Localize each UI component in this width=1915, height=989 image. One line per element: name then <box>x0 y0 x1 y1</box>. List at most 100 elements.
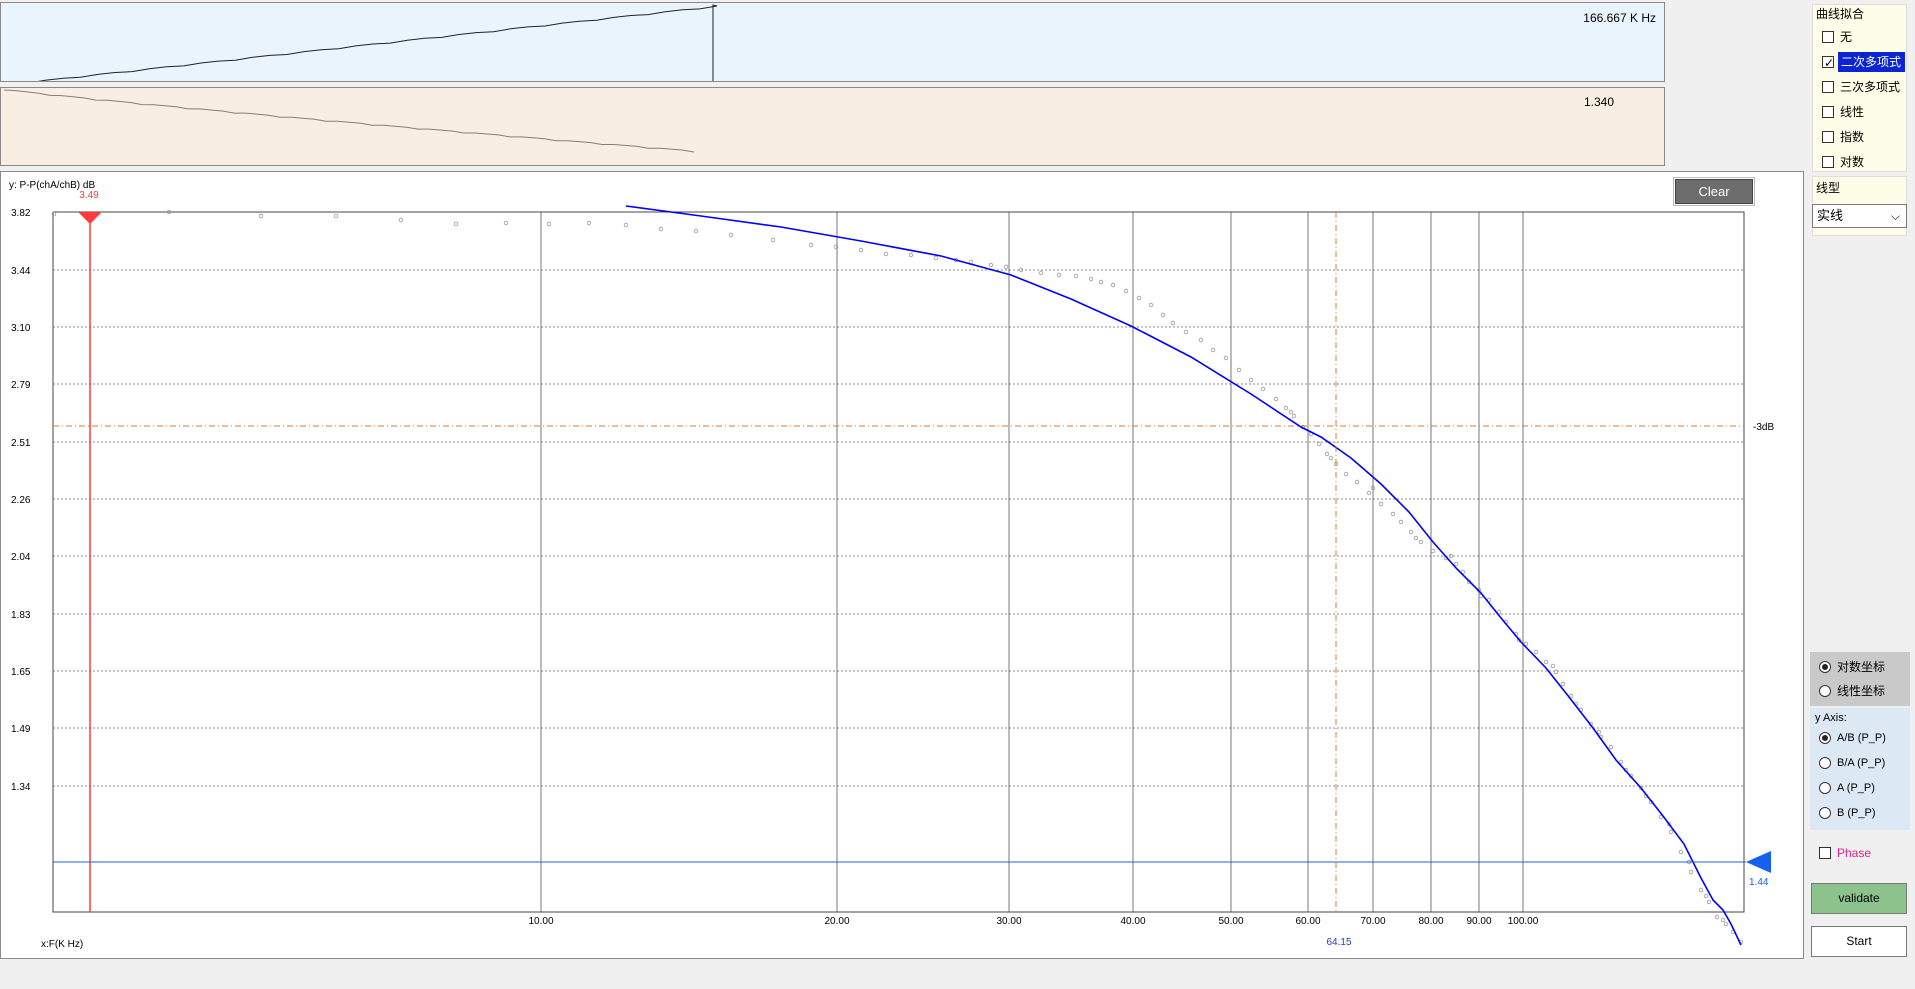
data-point <box>1430 548 1436 554</box>
yaxis-ba-radio[interactable] <box>1819 757 1831 769</box>
fit-quadratic-label: 二次多项式 <box>1838 52 1906 72</box>
plot-canvas[interactable]: y: P-P(chA/chB) dB x:F(K Hz) 3.823.443.1… <box>1 172 1803 958</box>
data-point <box>1354 479 1360 485</box>
data-point <box>1088 276 1094 282</box>
scale-linear-label: 线性坐标 <box>1837 684 1886 698</box>
y-marker-value: 1.44 <box>1749 877 1769 888</box>
yaxis-b-radio[interactable] <box>1819 807 1831 819</box>
yaxis-ab-label: A/B (P_P) <box>1837 732 1886 744</box>
x-tick-label: 50.00 <box>1218 916 1243 927</box>
x-tick-label: 20.00 <box>824 916 849 927</box>
data-point <box>1273 396 1279 402</box>
phase-toggle[interactable]: Phase <box>1810 843 1910 863</box>
data-point <box>1248 377 1254 383</box>
scale-option-linear[interactable]: 线性坐标 <box>1810 681 1910 701</box>
data-point <box>908 252 914 258</box>
plot-labels: y: P-P(chA/chB) dB x:F(K Hz) 3.823.443.1… <box>9 180 1774 950</box>
line-type-select[interactable]: 实线 ⌵ <box>1812 204 1907 228</box>
plot-grid <box>52 211 1745 913</box>
data-point <box>1378 501 1384 507</box>
data-point <box>623 222 629 228</box>
data-point <box>883 251 889 257</box>
data-point <box>333 213 339 219</box>
data-point <box>1160 312 1166 318</box>
data-point <box>988 262 994 268</box>
fit-log-checkbox[interactable] <box>1822 156 1834 168</box>
data-point <box>1170 320 1176 326</box>
scale-option-log[interactable]: 对数坐标 <box>1810 657 1910 677</box>
ratio-value: 1.340 <box>1584 95 1615 109</box>
fit-option-linear[interactable]: 线性 <box>1813 102 1908 122</box>
yaxis-option-b[interactable]: B (P_P) <box>1810 803 1910 823</box>
fit-option-cubic[interactable]: 三次多项式 <box>1813 77 1908 97</box>
y-tick-label: 2.79 <box>11 380 31 391</box>
data-point <box>586 220 592 226</box>
data-point <box>503 220 509 226</box>
data-point <box>1390 511 1396 517</box>
data-point <box>1533 649 1539 655</box>
data-point <box>1550 663 1556 669</box>
curve-fit-group: 曲线拟合 无 二次多项式 三次多项式 线性 指数 对数 <box>1812 4 1907 172</box>
y-tick-label: 2.04 <box>11 552 31 563</box>
data-point <box>1553 669 1559 675</box>
data-point <box>1123 288 1129 294</box>
y-tick-label: 2.51 <box>11 438 31 449</box>
fit-linear-checkbox[interactable] <box>1822 106 1834 118</box>
start-button[interactable]: Start <box>1811 926 1907 957</box>
fit-linear-label: 线性 <box>1840 105 1865 119</box>
data-point <box>1073 273 1079 279</box>
data-point <box>398 217 404 223</box>
fit-none-checkbox[interactable] <box>1822 31 1834 43</box>
data-point <box>546 221 552 227</box>
line-type-title: 线型 <box>1816 181 1841 195</box>
fit-option-log[interactable]: 对数 <box>1813 152 1908 172</box>
fit-exponential-checkbox[interactable] <box>1822 131 1834 143</box>
yaxis-option-ba[interactable]: B/A (P_P) <box>1810 753 1910 773</box>
yaxis-option-a[interactable]: A (P_P) <box>1810 778 1910 798</box>
fit-cubic-label: 三次多项式 <box>1840 80 1901 94</box>
phase-checkbox[interactable] <box>1819 847 1831 859</box>
yaxis-ab-radio[interactable] <box>1819 732 1831 744</box>
fit-quadratic-checkbox[interactable] <box>1822 53 1834 73</box>
fit-option-none[interactable]: 无 <box>1813 27 1908 47</box>
data-point <box>1560 681 1566 687</box>
data-point <box>1398 519 1404 525</box>
data-point <box>1418 539 1424 545</box>
curve-fit-title: 曲线拟合 <box>1816 7 1865 21</box>
x-tick-label: 100.00 <box>1508 916 1539 927</box>
scale-linear-radio[interactable] <box>1819 685 1831 697</box>
x-tick-label: 70.00 <box>1360 916 1385 927</box>
validate-button[interactable]: validate <box>1811 883 1907 914</box>
data-point <box>1328 455 1334 461</box>
data-point <box>1343 471 1349 477</box>
yaxis-option-ab[interactable]: A/B (P_P) <box>1810 728 1910 748</box>
clear-button[interactable]: Clear <box>1673 177 1755 206</box>
main-plot[interactable]: y: P-P(chA/chB) dB x:F(K Hz) 3.82 3.44 3.1… <box>0 171 1804 959</box>
data-point <box>1543 659 1549 665</box>
data-point <box>1110 282 1116 288</box>
yaxis-ba-label: B/A (P_P) <box>1837 757 1886 769</box>
data-point <box>693 228 699 234</box>
data-point <box>1291 413 1297 419</box>
data-point <box>1723 921 1729 927</box>
data-point <box>1714 914 1720 920</box>
fit-option-quadratic[interactable]: 二次多项式 <box>1813 52 1908 73</box>
x-axis-label: x:F(K Hz) <box>41 939 83 950</box>
fit-option-exponential[interactable]: 指数 <box>1813 127 1908 147</box>
data-point <box>1703 893 1709 899</box>
scale-log-radio[interactable] <box>1819 661 1831 673</box>
yaxis-a-radio[interactable] <box>1819 782 1831 794</box>
y-tick-label: 3.82 <box>11 208 31 219</box>
fit-cubic-checkbox[interactable] <box>1822 81 1834 93</box>
data-point <box>1720 917 1726 923</box>
data-point <box>1148 302 1154 308</box>
fit-none-label: 无 <box>1840 30 1853 44</box>
data-point <box>1136 295 1142 301</box>
ratio-strip: 1.340 <box>0 87 1665 166</box>
data-point <box>1098 279 1104 285</box>
scale-group: 对数坐标 线性坐标 <box>1810 652 1910 706</box>
data-point <box>728 232 734 238</box>
x-tick-label: 60.00 <box>1295 916 1320 927</box>
scale-log-label: 对数坐标 <box>1837 660 1886 674</box>
data-point <box>1366 490 1372 496</box>
